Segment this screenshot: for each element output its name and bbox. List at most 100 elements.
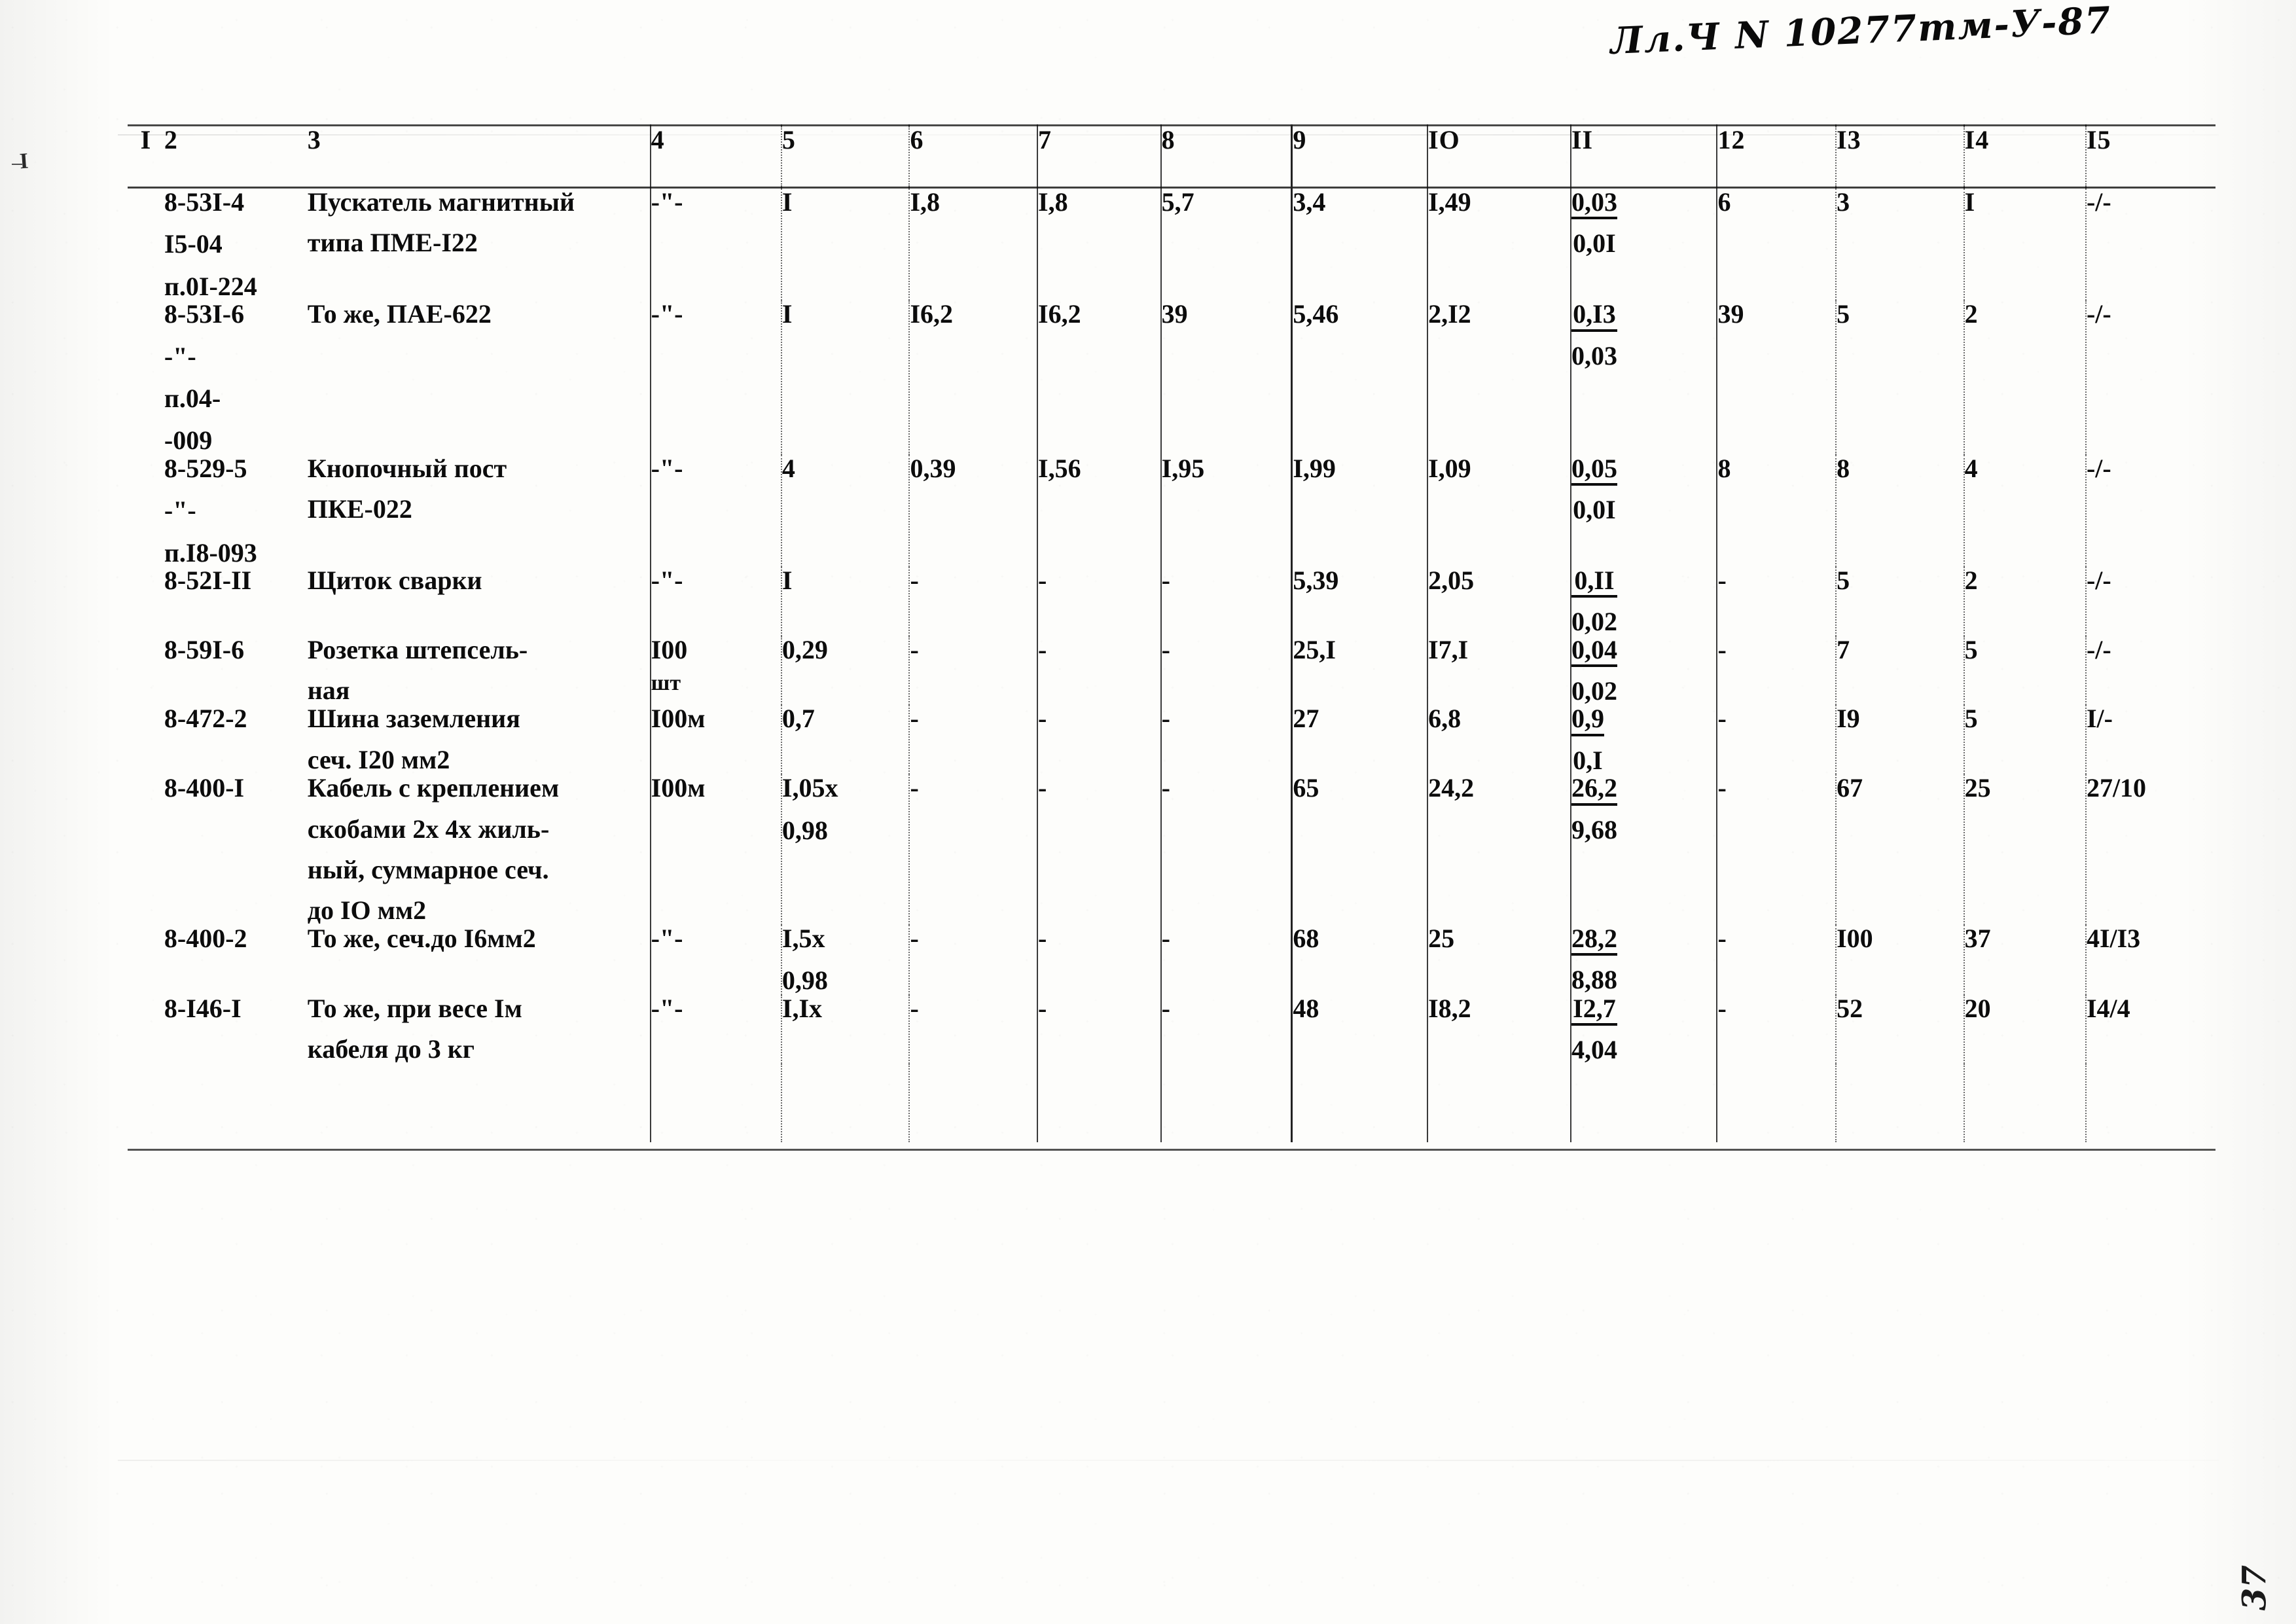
row-index-cell: [128, 455, 164, 567]
value-cell-6: 0,39: [909, 454, 1039, 567]
cell-line: -: [1038, 634, 1047, 664]
cell-line: -/-: [2086, 299, 2111, 329]
value-cell-6: -: [909, 636, 1039, 706]
value-cell-9: 27: [1291, 704, 1429, 775]
cell-line: Щиток сварки: [307, 565, 482, 595]
cell-line: ный, суммарное сеч.: [307, 855, 549, 885]
resource-code-cell: 8-I46-I: [164, 994, 308, 1064]
value-cell-8: I,95: [1160, 454, 1293, 567]
description-cell: Розетка штепсель-ная: [307, 636, 651, 706]
row-index-cell: [128, 705, 164, 774]
fraction-cell-11: 28,2 8,88: [1570, 924, 1718, 995]
fraction-cell-11: 0,II 0,02: [1570, 566, 1718, 636]
value-cell-12: 8: [1717, 454, 1837, 567]
value-cell-13: 5: [1836, 300, 1965, 455]
fraction-numerator: 0,I3: [1571, 300, 1617, 332]
fraction: 0,9 0,I: [1571, 705, 1604, 774]
table-row: 8-53I-6 -"- п.04- -009 То же, ПАЕ-622 -"- I I6,…: [128, 300, 2215, 455]
table-row: 8-53I-4 I5-04 п.0I-224 Пускатель магнитный т…: [128, 187, 2215, 301]
unit-sub-line: шт: [651, 671, 681, 696]
value-cell-9: I,99: [1291, 454, 1429, 567]
column-header-15: I5: [2086, 125, 2111, 154]
fraction: 0,II 0,02: [1571, 566, 1617, 636]
cell-line: 2: [1964, 299, 1978, 329]
cell-line: 8-53I-6: [164, 299, 245, 329]
cell-line: I4/4: [2086, 993, 2130, 1023]
value-cell-12: -: [1717, 774, 1837, 925]
fraction-numerator: 0,03: [1571, 188, 1617, 220]
value-cell-6: -: [909, 705, 1039, 775]
cell-line: 6,8: [1428, 704, 1462, 734]
value-cell-12: -: [1717, 704, 1837, 775]
cell-line: 3,4: [1293, 187, 1326, 217]
fraction-numerator: 28,2: [1571, 924, 1617, 956]
cell-line: 8-472-2: [164, 704, 247, 734]
value-cell-14: 20: [1964, 994, 2087, 1064]
handwritten-drawing-number: Лл.Ч N 10277тм-У-87: [1609, 0, 2113, 63]
row-index-cell: [128, 567, 164, 636]
fraction-denominator: 0,03: [1571, 340, 1617, 370]
pad-cell: [2086, 1064, 2215, 1142]
unit-cell: -"-: [650, 299, 782, 455]
pad-cell: [1836, 1064, 1965, 1143]
cell-line: -"-: [164, 341, 196, 371]
value-cell-10: 6,8: [1427, 704, 1571, 775]
value-cell-14: 2: [1964, 566, 2087, 636]
value-cell-7: -: [1037, 566, 1162, 636]
value-cell-6: -: [909, 774, 1039, 925]
cell-line: -: [1717, 704, 1727, 734]
value-cell-7: I6,2: [1037, 300, 1162, 455]
cell-line: -: [1161, 773, 1170, 803]
pad-cell: [1160, 1064, 1293, 1143]
description-cell: То же, ПАЕ-622: [307, 300, 651, 455]
value-cell-14: 5: [1964, 636, 2087, 706]
cell-line: -: [910, 565, 919, 595]
fraction: I2,7 4,04: [1571, 994, 1617, 1064]
value-cell-10: I,49: [1427, 187, 1571, 301]
value-cell-6: I6,2: [909, 300, 1039, 455]
unit-cell: I00м: [650, 705, 782, 775]
pad-cell: [1291, 1064, 1429, 1143]
cell-line: -"-: [651, 299, 683, 329]
value-cell-8: -: [1160, 773, 1293, 925]
cell-line: ПКЕ-022: [307, 494, 412, 524]
cell-line: 27/10: [2086, 773, 2147, 803]
cell-line: I: [781, 565, 793, 595]
value-cell-12: -: [1717, 636, 1837, 706]
cell-line: 7: [1837, 634, 1850, 664]
value-cell-15: -/-: [2086, 188, 2215, 301]
cell-line: ная: [307, 676, 350, 706]
cell-line: -: [1038, 923, 1047, 953]
cell-line: 24,2: [1428, 773, 1475, 803]
fraction: 26,2 9,68: [1571, 774, 1617, 844]
cell-line: п.0I-224: [164, 271, 257, 301]
table-row: 8-I46-I То же, при весе Iм кабеля до 3 кг -…: [128, 993, 2215, 1064]
fraction-numerator: 0,05: [1571, 454, 1617, 486]
fraction-cell-11: 26,2 9,68: [1570, 774, 1718, 925]
quantity-cell: I,05х 0,98: [781, 774, 910, 925]
pad-cell: [1037, 1064, 1162, 1143]
cell-line: 8-53I-4: [164, 187, 245, 217]
fraction-denominator: 0,I: [1573, 745, 1603, 775]
value-cell-9: 5,39: [1291, 566, 1429, 636]
table-body: 8-53I-4 I5-04 п.0I-224 Пускатель магнитный т…: [128, 187, 2215, 1143]
table-bottom-rule: [128, 1149, 2215, 1151]
cell-line: скобами 2х 4х жиль-: [307, 814, 550, 844]
cell-line: 8-400-I: [164, 773, 245, 803]
table-row: 8-400-2 То же, сеч.до I6мм2 -"- I,5х 0,98 - - -…: [128, 923, 2215, 995]
fraction-denominator: 4,04: [1571, 1034, 1617, 1064]
value-cell-8: -: [1160, 924, 1293, 995]
value-cell-14: 2: [1964, 299, 2087, 455]
resource-code-cell: 8-400-2: [164, 924, 308, 995]
value-cell-10: 25: [1427, 924, 1571, 995]
value-cell-14: 5: [1964, 705, 2087, 775]
value-cell-13: I9: [1836, 705, 1965, 775]
table-header-row: I 2 3 4 5 6 7 8 9 IO II 12 I3 I4 I5: [128, 125, 2215, 188]
cell-line: I,8: [1038, 187, 1068, 217]
left-margin-mark: I: [18, 149, 29, 174]
cell-line: То же, сеч.до I6мм2: [307, 923, 536, 953]
cell-line: I: [781, 187, 793, 217]
fraction-numerator: 0,9: [1571, 705, 1604, 736]
value-cell-6: I,8: [909, 187, 1039, 301]
cell-line: 27: [1293, 704, 1319, 734]
